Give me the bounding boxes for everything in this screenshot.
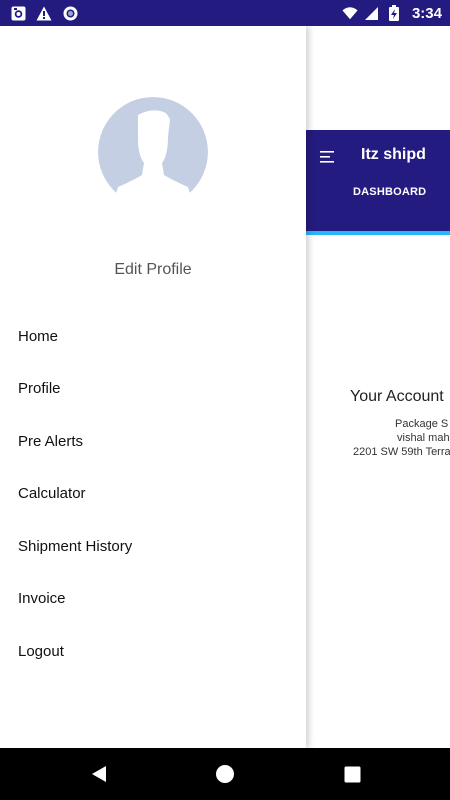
status-bar: 3:34 [0, 0, 450, 26]
navigation-drawer: Edit Profile Home Profile Pre Alerts Cal… [0, 26, 306, 748]
status-system: 3:34 [342, 5, 442, 22]
status-time: 3:34 [411, 4, 442, 22]
drawer-item-calculator[interactable]: Calculator [0, 468, 306, 521]
drawer-menu: Home Profile Pre Alerts Calculator Shipm… [0, 310, 306, 678]
tab-dashboard[interactable]: DASHBOARD [353, 186, 426, 198]
account-title: Your Account [350, 388, 444, 405]
hamburger-menu-icon[interactable] [320, 150, 336, 164]
drawer-item-invoice[interactable]: Invoice [0, 573, 306, 626]
drawer-item-profile[interactable]: Profile [0, 363, 306, 416]
drawer-item-home[interactable]: Home [0, 310, 306, 363]
system-nav-bar [0, 748, 450, 800]
drawer-item-shipment-history[interactable]: Shipment History [0, 520, 306, 573]
account-line: vishal mah [397, 432, 450, 444]
edit-profile-link[interactable]: Edit Profile [0, 261, 306, 279]
wifi-icon [342, 5, 358, 21]
back-icon[interactable] [89, 764, 109, 784]
warning-icon [36, 5, 52, 21]
status-notifications [10, 5, 78, 21]
battery-charging-icon [386, 5, 402, 21]
signal-icon [364, 5, 380, 21]
app-title: Itz shipd [361, 146, 426, 163]
tab-indicator [306, 231, 450, 235]
avatar[interactable] [98, 97, 208, 207]
drawer-item-logout[interactable]: Logout [0, 625, 306, 678]
recent-apps-icon[interactable] [342, 764, 362, 784]
circle-notification-icon [62, 5, 78, 21]
account-line: Package S [395, 418, 449, 430]
drawer-item-pre-alerts[interactable]: Pre Alerts [0, 415, 306, 468]
camera-notification-icon [10, 5, 26, 21]
home-icon[interactable] [215, 764, 235, 784]
account-line: 2201 SW 59th Terra [353, 446, 450, 458]
